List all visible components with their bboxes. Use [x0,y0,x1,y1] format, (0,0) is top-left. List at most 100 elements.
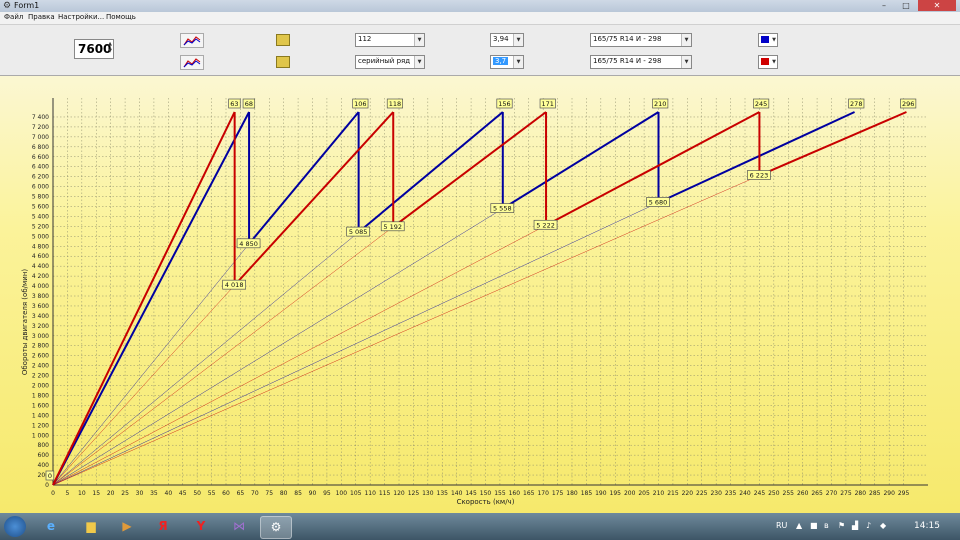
x-tick-label: 70 [251,490,259,497]
y-tick-label: 800 [38,442,50,449]
x-tick-label: 210 [653,490,665,497]
y-tick-label: 4 200 [32,273,49,280]
media-player-icon[interactable]: ▶ [112,516,142,537]
x-tick-label: 180 [566,490,578,497]
final-drive-select-row2[interactable]: 3,7 ▼ [490,55,524,69]
x-tick-label: 235 [725,490,737,497]
x-tick-label: 260 [797,490,809,497]
tray-security-icon[interactable]: ◆ [880,521,886,530]
tray-b-icon[interactable]: в [824,521,829,530]
x-tick-label: 135 [437,490,449,497]
y-tick-label: 5 000 [32,233,49,240]
chevron-down-icon: ▼ [414,56,424,68]
settings-button-row1[interactable] [276,34,290,46]
shift-speed-label: 156 [498,100,510,108]
folder-icon[interactable]: ▆ [76,516,106,537]
tray-network-icon[interactable]: ▟ [852,521,858,530]
chart-button-row1[interactable] [180,33,204,48]
yandex-browser-icon[interactable]: Y [186,516,216,537]
clock[interactable]: 14:15 [914,521,940,531]
y-tick-label: 6 000 [32,184,49,191]
x-tick-label: 45 [179,490,187,497]
tire-select-row1[interactable]: 165/75 R14 И - 298 ▼ [590,33,692,47]
x-tick-label: 65 [237,490,245,497]
tray-app-icon[interactable]: ■ [810,521,818,530]
y-tick-label: 6 200 [32,174,49,181]
visual-studio-icon[interactable]: ⋈ [224,516,254,537]
x-tick-label: 80 [280,490,288,497]
x-tick-label: 125 [408,490,420,497]
tray-volume-icon[interactable]: ♪ [866,521,871,530]
x-tick-label: 240 [739,490,751,497]
spinner-arrows-icon[interactable]: ▲ ▼ [108,41,112,55]
x-tick-label: 50 [193,490,201,497]
y-tick-label: 4 400 [32,263,49,270]
y-tick-label: 5 600 [32,203,49,210]
color-picker-row1[interactable]: ▼ [758,33,778,47]
yandex-icon[interactable]: Я [148,516,178,537]
menu-help[interactable]: Помощь [106,13,136,21]
shift-speed-label: 118 [389,100,401,108]
y-tick-label: 2 800 [32,343,49,350]
shift-speed-label: 106 [354,100,366,108]
x-tick-label: 250 [768,490,780,497]
rpm-speed-chart: 0 5 10 15 20 25 30 35 40 45 50 55 60 65 70 75 80 85 90 95 10… [0,76,960,513]
x-tick-label: 285 [869,490,881,497]
app-gear-icon: ⚙ [3,1,12,11]
chevron-down-icon: ▼ [513,56,523,68]
x-tick-label: 225 [696,490,708,497]
color-picker-row2[interactable]: ▼ [758,55,778,69]
taskbar: e ▆ ▶ Я Y ⋈ ⚙ RU ▲ ■ в ⚑ ▟ ♪ ◆ 14:15 [0,513,960,540]
chevron-down-icon: ▼ [414,34,424,46]
y-tick-label: 2 600 [32,353,49,360]
y-tick-label: 5 200 [32,223,49,230]
x-tick-label: 30 [136,490,144,497]
start-button-icon[interactable] [4,516,26,537]
chart-button-row2[interactable] [180,55,204,70]
tray-arrow-icon[interactable]: ▲ [796,521,802,530]
shift-speed-label: 278 [850,100,862,108]
rpm-limit-value: 7600 [78,42,112,56]
chevron-down-icon: ▼ [772,59,776,65]
ie-icon[interactable]: e [36,516,66,537]
x-tick-label: 160 [509,490,521,497]
x-tick-label: 100 [336,490,348,497]
x-tick-label: 175 [552,490,564,497]
tire-select-row2[interactable]: 165/75 R14 И - 298 ▼ [590,55,692,69]
menu-edit[interactable]: Правка [28,13,55,21]
menu-file[interactable]: Файл [4,13,23,21]
gear-set-select-row2[interactable]: серийный ряд ▼ [355,55,425,69]
x-tick-label: 10 [78,490,86,497]
x-tick-label: 120 [393,490,405,497]
x-tick-label: 155 [494,490,506,497]
x-tick-label: 165 [523,490,535,497]
settings-button-row2[interactable] [276,56,290,68]
x-axis-label: Скорость (км/ч) [457,498,515,506]
y-tick-label: 7 400 [32,114,49,121]
x-tick-label: 265 [811,490,823,497]
y-tick-label: 5 400 [32,213,49,220]
minimize-button[interactable]: – [874,0,894,11]
rpm-limit-spinner[interactable]: 7600 ▲ ▼ [74,39,114,59]
x-tick-label: 40 [165,490,173,497]
x-tick-label: 95 [323,490,331,497]
x-tick-label: 20 [107,490,115,497]
final-drive-select-row1[interactable]: 3,94 ▼ [490,33,524,47]
y-tick-label: 2 200 [32,373,49,380]
close-button[interactable]: ✕ [918,0,956,11]
y-tick-label: 5 800 [32,194,49,201]
y-tick-label: 1 400 [32,412,49,419]
x-tick-label: 15 [92,490,100,497]
maximize-button[interactable]: □ [896,0,916,11]
y-tick-label: 3 200 [32,323,49,330]
language-indicator[interactable]: RU [776,521,787,530]
x-tick-label: 220 [682,490,694,497]
form1-task-gear-icon[interactable]: ⚙ [260,516,292,539]
x-tick-label: 230 [710,490,722,497]
x-tick-label: 90 [309,490,317,497]
shift-rpm-label: 5 680 [649,199,668,207]
gear-set-select-row1[interactable]: 112 ▼ [355,33,425,47]
tray-flag-icon[interactable]: ⚑ [838,521,845,530]
menu-settings[interactable]: Настройки... [58,13,104,21]
x-tick-label: 245 [754,490,766,497]
